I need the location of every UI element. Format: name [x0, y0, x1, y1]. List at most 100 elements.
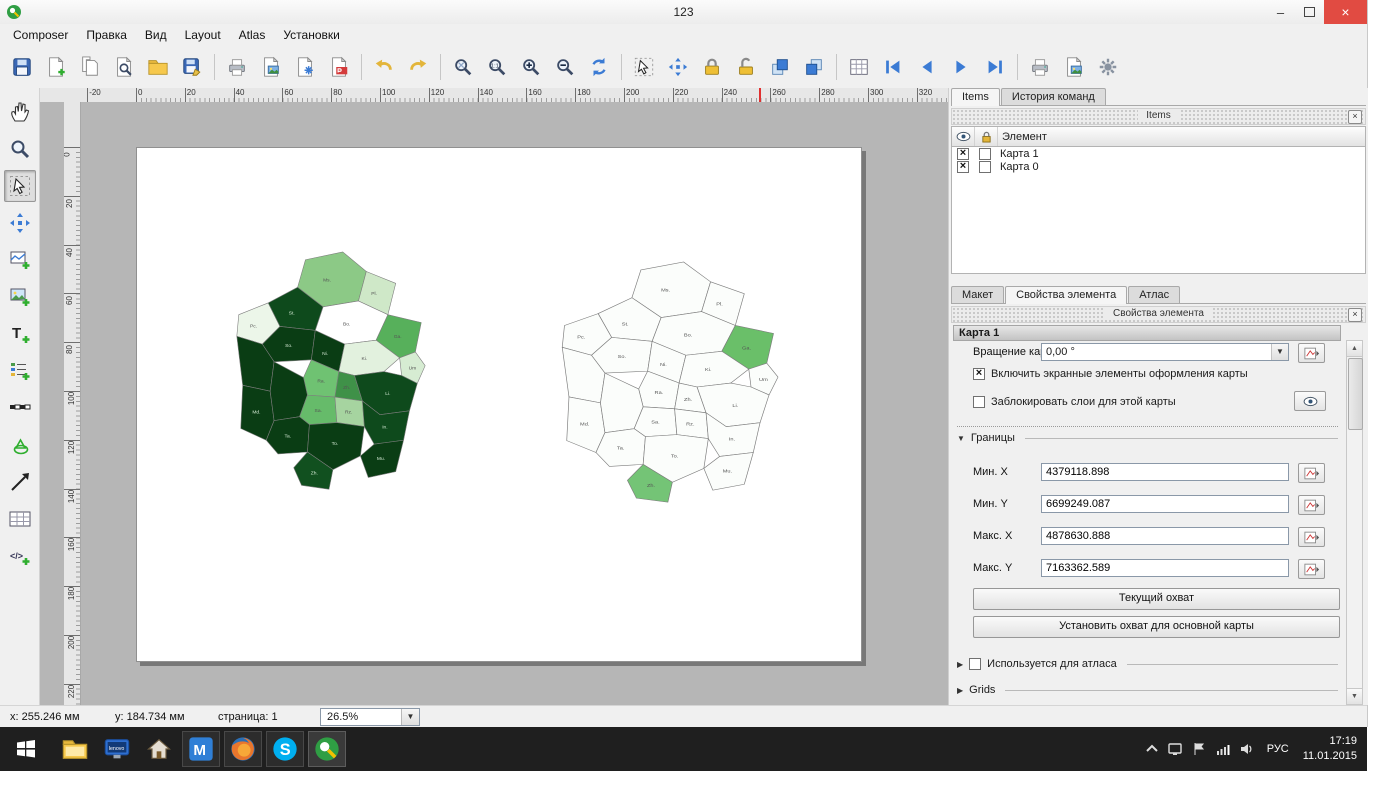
save-button[interactable]: [6, 51, 38, 83]
atlas-settings-button[interactable]: [1092, 51, 1124, 83]
menu-composer[interactable]: Composer: [4, 26, 77, 44]
tray-tablet-device[interactable]: [1168, 742, 1182, 756]
lower-selected-items-button[interactable]: [798, 51, 830, 83]
zoom-actual-button[interactable]: 1:1: [481, 51, 513, 83]
rotation-data-defined-button[interactable]: [1298, 343, 1325, 363]
taskbar-homegroup[interactable]: [140, 731, 178, 767]
refresh-view-button[interactable]: [583, 51, 615, 83]
add-arrow-tool[interactable]: [4, 466, 36, 498]
items-panel-close-icon[interactable]: ×: [1348, 110, 1362, 124]
export-pdf-button[interactable]: [323, 51, 355, 83]
new-composition-button[interactable]: [40, 51, 72, 83]
composer-manager-button[interactable]: [108, 51, 140, 83]
move-item-content-button[interactable]: [662, 51, 694, 83]
menu-atlas[interactable]: Atlas: [230, 26, 275, 44]
controlled-by-atlas-section-header[interactable]: ▶Используется для атласа: [957, 658, 1338, 670]
properties-panel-close-icon[interactable]: ×: [1348, 308, 1362, 322]
taskbar-qgis[interactable]: [308, 731, 346, 767]
unlock-all-items-button[interactable]: [730, 51, 762, 83]
menu-edit[interactable]: Правка: [77, 26, 136, 44]
export-image-button[interactable]: [255, 51, 287, 83]
extent-min-y-input[interactable]: [1041, 495, 1289, 513]
redo-button[interactable]: [402, 51, 434, 83]
item-row[interactable]: ×Карта 1: [952, 147, 1365, 160]
extent-min-y-data-defined-button[interactable]: [1298, 495, 1325, 515]
set-main-map-extent-button[interactable]: Установить охват для основной карты: [973, 616, 1340, 638]
language-indicator[interactable]: РУС: [1267, 743, 1289, 755]
zoom-in-button[interactable]: [515, 51, 547, 83]
add-html-frame-tool[interactable]: </>: [4, 540, 36, 572]
close-button[interactable]: ×: [1324, 0, 1367, 24]
add-new-map-tool[interactable]: [4, 244, 36, 276]
export-svg-button[interactable]: [289, 51, 321, 83]
duplicate-composition-button[interactable]: [74, 51, 106, 83]
select-move-item-button[interactable]: [628, 51, 660, 83]
controlled-by-atlas-checkbox[interactable]: [969, 658, 981, 670]
taskbar-file-explorer[interactable]: [56, 731, 94, 767]
atlas-preview-button[interactable]: [843, 51, 875, 83]
map-item-1[interactable]: Ms.Pl.Pc.St.Bo.Ga.So.Ni.Ki.UmRa.Zh.Li.Md…: [551, 258, 787, 516]
visibility-preset-button[interactable]: [1294, 391, 1326, 411]
add-basic-shape-tool[interactable]: [4, 429, 36, 461]
save-as-button[interactable]: [176, 51, 208, 83]
chevron-down-icon[interactable]: ▼: [1271, 344, 1288, 360]
properties-panel-header[interactable]: Свойства элемента ×: [951, 306, 1366, 323]
zoom-out-button[interactable]: [549, 51, 581, 83]
tab-atlas[interactable]: Атлас: [1128, 286, 1180, 303]
menu-view[interactable]: Вид: [136, 26, 176, 44]
visibility-checkbox[interactable]: ×: [957, 148, 969, 160]
add-new-scalebar-tool[interactable]: [4, 392, 36, 424]
pan-tool[interactable]: [4, 96, 36, 128]
extent-max-y-data-defined-button[interactable]: [1298, 559, 1325, 579]
taskbar-maxthon-browser[interactable]: M: [182, 731, 220, 767]
items-panel-header[interactable]: Items ×: [951, 108, 1366, 125]
composer-canvas[interactable]: 020406080100120140160180200220 Ms.Pl.Pc.…: [40, 102, 948, 705]
move-item-content-tool[interactable]: [4, 207, 36, 239]
add-image-tool[interactable]: [4, 281, 36, 313]
lock-selected-items-button[interactable]: [696, 51, 728, 83]
tray-volume[interactable]: [1240, 742, 1254, 756]
tab-command-history[interactable]: История команд: [1001, 88, 1106, 105]
composition-page[interactable]: Ms.Pl.Pc.St.Bo.Ga.So.Ni.Ki.UmRa.Zh.Li.Md…: [136, 147, 862, 662]
visibility-checkbox[interactable]: ×: [957, 161, 969, 173]
undo-button[interactable]: [368, 51, 400, 83]
extent-min-x-data-defined-button[interactable]: [1298, 463, 1325, 483]
tab-item-properties[interactable]: Свойства элемента: [1005, 286, 1127, 304]
lock-checkbox[interactable]: [979, 148, 991, 160]
extent-max-y-input[interactable]: [1041, 559, 1289, 577]
chevron-down-icon[interactable]: ▼: [401, 709, 419, 725]
properties-scrollbar[interactable]: ▲ ▼: [1346, 340, 1363, 705]
draw-canvas-items-checkbox[interactable]: ×: [973, 368, 985, 380]
menu-settings[interactable]: Установки: [274, 26, 348, 44]
atlas-previous-feature-button[interactable]: [911, 51, 943, 83]
scrollbar-thumb[interactable]: [1348, 358, 1363, 430]
raise-selected-items-button[interactable]: [764, 51, 796, 83]
minimize-button[interactable]: –: [1266, 0, 1295, 24]
grids-section-header[interactable]: ▶Grids: [957, 684, 1338, 696]
tab-layout[interactable]: Макет: [951, 286, 1004, 303]
menu-layout[interactable]: Layout: [176, 26, 230, 44]
add-attribute-table-tool[interactable]: [4, 503, 36, 535]
extent-max-x-input[interactable]: [1041, 527, 1289, 545]
atlas-next-feature-button[interactable]: [945, 51, 977, 83]
taskbar-lenovo[interactable]: lenovo: [98, 731, 136, 767]
map-item-0[interactable]: Ms.Pl.Pc.St.Bo.Ga.So.Ni.Ki.UmRa.Zh.Li.Md…: [227, 248, 433, 503]
scroll-up-button[interactable]: ▲: [1347, 341, 1362, 357]
export-atlas-as-image-button[interactable]: [1058, 51, 1090, 83]
extent-min-x-input[interactable]: [1041, 463, 1289, 481]
restore-button[interactable]: [1295, 0, 1324, 24]
tab-items[interactable]: Items: [951, 88, 1000, 106]
tray-network-signal[interactable]: [1216, 742, 1230, 756]
select-move-item-tool[interactable]: [4, 170, 36, 202]
atlas-first-feature-button[interactable]: [877, 51, 909, 83]
add-new-label-tool[interactable]: T: [4, 318, 36, 350]
current-extent-button[interactable]: Текущий охват: [973, 588, 1340, 610]
print-button[interactable]: [221, 51, 253, 83]
lock-layers-checkbox[interactable]: [973, 396, 985, 408]
zoom-full-button[interactable]: [447, 51, 479, 83]
taskbar-firefox[interactable]: [224, 731, 262, 767]
item-row[interactable]: ×Карта 0: [952, 160, 1365, 173]
zoom-level-combo[interactable]: 26.5% ▼: [320, 708, 420, 726]
add-new-legend-tool[interactable]: [4, 355, 36, 387]
print-atlas-button[interactable]: [1024, 51, 1056, 83]
